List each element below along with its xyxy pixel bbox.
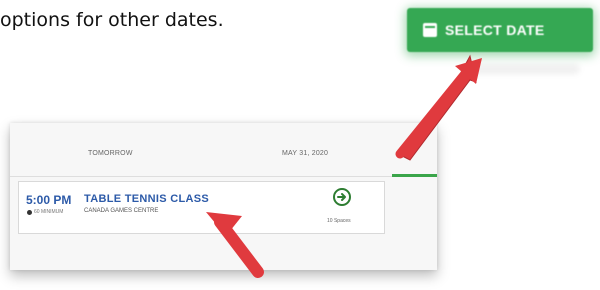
tab-may-31[interactable]: MAY 31, 2020 [282, 150, 328, 157]
active-tab-indicator [392, 174, 437, 177]
schedule-panel: TOMORROW MAY 31, 2020 5:00 PM 60 MINIMUM… [10, 123, 437, 270]
date-tabs: TOMORROW MAY 31, 2020 [10, 123, 437, 177]
button-reflection [470, 64, 580, 74]
select-date-button[interactable]: SELECT DATE [407, 8, 593, 52]
tab-tomorrow[interactable]: TOMORROW [88, 150, 133, 157]
instruction-text: options for other dates. [0, 9, 224, 31]
session-card[interactable]: 5:00 PM 60 MINIMUM TABLE TENNIS CLASS CA… [18, 181, 385, 234]
session-name-link[interactable]: TABLE TENNIS CLASS [84, 193, 209, 205]
tab-divider [10, 176, 392, 177]
spaces-available: 10 Spaces [327, 218, 351, 224]
session-duration: 60 MINIMUM [34, 209, 64, 215]
calendar-icon [423, 23, 437, 37]
select-date-label: SELECT DATE [445, 22, 545, 38]
session-venue: CANADA GAMES CENTRE [84, 208, 159, 214]
duration-dot-icon [27, 210, 32, 215]
arrow-right-circle-icon[interactable] [333, 188, 351, 206]
session-time: 5:00 PM [26, 193, 72, 207]
